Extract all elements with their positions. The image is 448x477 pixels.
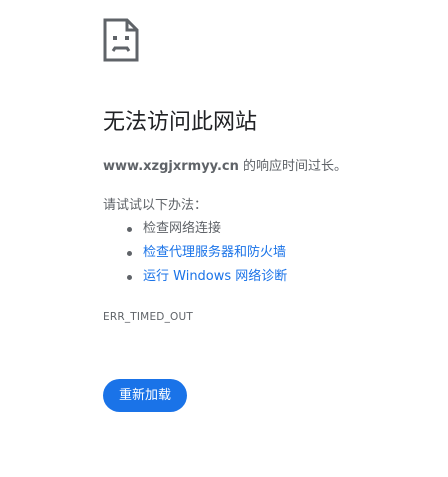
suggestion-check-network: 检查网络连接 xyxy=(103,219,287,243)
error-summary: www.xzgjxrmyy.cn 的响应时间过长。 xyxy=(103,157,347,177)
reload-button[interactable]: 重新加载 xyxy=(103,379,187,412)
suggestion-run-diagnostics: 运行 Windows 网络诊断 xyxy=(103,267,287,291)
check-proxy-firewall-link[interactable]: 检查代理服务器和防火墙 xyxy=(143,245,286,260)
page-title: 无法访问此网站 xyxy=(103,110,258,135)
suggestion-label: 检查网络连接 xyxy=(143,221,222,236)
suggestions-list: 检查网络连接 检查代理服务器和防火墙 运行 Windows 网络诊断 xyxy=(103,219,287,291)
error-code: ERR_TIMED_OUT xyxy=(103,311,193,323)
error-message: 的响应时间过长。 xyxy=(238,159,347,174)
bullet-icon xyxy=(127,251,132,256)
sad-page-icon xyxy=(103,18,139,62)
site-host: www.xzgjxrmyy.cn xyxy=(103,159,239,174)
suggestions-heading: 请试试以下办法： xyxy=(103,198,208,213)
bullet-icon xyxy=(127,227,132,232)
bullet-icon xyxy=(127,275,132,280)
run-network-diagnostics-link[interactable]: 运行 Windows 网络诊断 xyxy=(143,269,287,284)
suggestion-check-proxy-firewall: 检查代理服务器和防火墙 xyxy=(103,243,287,267)
